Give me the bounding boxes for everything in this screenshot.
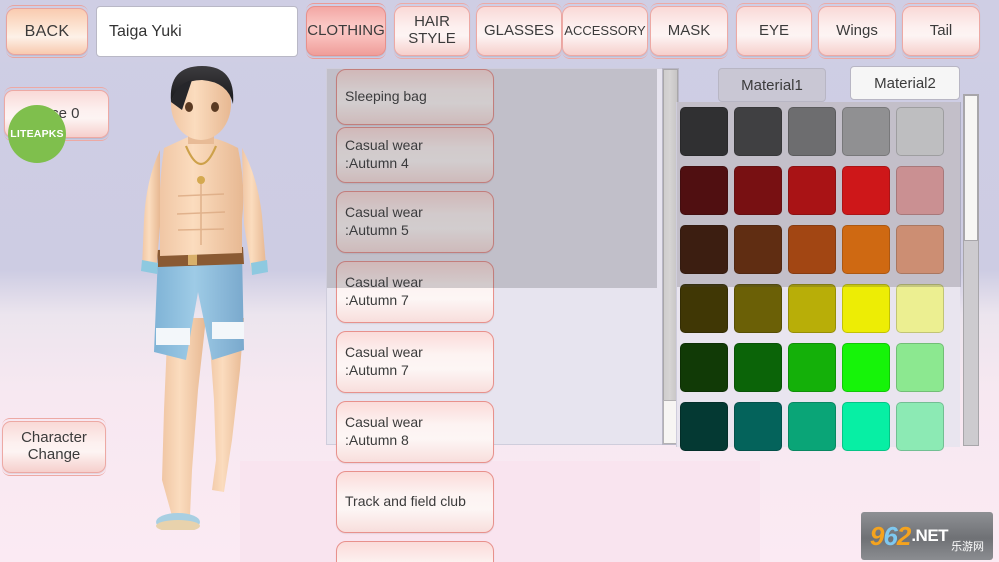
tab-mask[interactable]: MASK bbox=[650, 3, 728, 59]
color-swatch-greys-3[interactable] bbox=[788, 107, 836, 156]
tab-tail[interactable]: Tail bbox=[902, 3, 980, 59]
back-button[interactable]: BACK bbox=[6, 5, 88, 58]
color-swatch-yellows-1[interactable] bbox=[680, 284, 728, 333]
clothing-item-panel: Sleeping bag Casual wear :Autumn 4 Casua… bbox=[326, 68, 678, 562]
item-label: Casual wear :Autumn 4 bbox=[345, 137, 423, 173]
item-label: Sleeping bag bbox=[345, 88, 427, 105]
watermark-digit-6: 6 bbox=[883, 520, 898, 551]
color-swatch-reds-1[interactable] bbox=[680, 166, 728, 215]
watermark-digit-9: 9 bbox=[869, 520, 885, 551]
item-label-line1: Casual wear bbox=[345, 137, 423, 154]
color-swatch-yellows-2[interactable] bbox=[734, 284, 782, 333]
item-label-line2: :Autumn 8 bbox=[345, 432, 409, 448]
tab-glasses[interactable]: GLASSES bbox=[476, 3, 562, 59]
watermark-net: .NET bbox=[911, 526, 949, 545]
color-palette-scrollbar-thumb[interactable] bbox=[964, 95, 978, 241]
tab-accessory[interactable]: ACCESSORY bbox=[562, 3, 648, 59]
color-row-teals bbox=[677, 397, 960, 456]
item-label-line1: Casual wear bbox=[345, 344, 423, 361]
color-palette-rows bbox=[677, 102, 960, 456]
item-track-and-field-club[interactable]: Track and field club bbox=[336, 471, 494, 533]
color-swatch-greens-3[interactable] bbox=[788, 343, 836, 392]
item-label-line1: Casual wear bbox=[345, 204, 423, 221]
item-label-line1: Casual wear bbox=[345, 414, 423, 431]
color-swatch-teals-3[interactable] bbox=[788, 402, 836, 451]
item-label-line2: :Autumn 5 bbox=[345, 222, 409, 238]
tab-wings[interactable]: Wings bbox=[818, 3, 896, 59]
color-row-greys bbox=[677, 102, 960, 161]
color-swatch-teals-2[interactable] bbox=[734, 402, 782, 451]
color-swatch-teals-4[interactable] bbox=[842, 402, 890, 451]
item-label: Track and field club bbox=[345, 493, 466, 510]
tab-eye[interactable]: EYE bbox=[736, 3, 812, 59]
app-root: BACK CLOTHING HAIRSTYLE GLASSES ACCESSOR… bbox=[0, 0, 999, 562]
character-change-line2: Change bbox=[27, 446, 81, 463]
item-casual-wear-autumn-8[interactable]: Casual wear :Autumn 8 bbox=[336, 401, 494, 463]
color-swatch-oranges-5[interactable] bbox=[896, 225, 944, 274]
color-row-reds bbox=[677, 161, 960, 220]
color-swatch-oranges-3[interactable] bbox=[788, 225, 836, 274]
character-change-button[interactable]: Character Change bbox=[2, 418, 106, 476]
material2-button[interactable]: Material2 bbox=[850, 66, 960, 100]
color-swatch-oranges-2[interactable] bbox=[734, 225, 782, 274]
item-sleeping-bag[interactable]: Sleeping bag bbox=[336, 69, 494, 125]
item-label: Casual wear :Autumn 7 bbox=[345, 344, 423, 380]
color-palette-scrollbar[interactable] bbox=[963, 94, 979, 446]
color-swatch-greys-4[interactable] bbox=[842, 107, 890, 156]
color-row-oranges bbox=[677, 220, 960, 279]
color-swatch-oranges-1[interactable] bbox=[680, 225, 728, 274]
color-swatch-greens-4[interactable] bbox=[842, 343, 890, 392]
watermark-digit-2: 2 bbox=[896, 520, 912, 551]
color-swatch-reds-4[interactable] bbox=[842, 166, 890, 215]
item-label-line2: :Autumn 7 bbox=[345, 362, 409, 378]
color-swatch-greys-2[interactable] bbox=[734, 107, 782, 156]
character-name-input[interactable] bbox=[96, 6, 298, 57]
watermark-chinese: 乐游网 bbox=[951, 541, 985, 553]
item-label: Casual wear :Autumn 5 bbox=[345, 204, 423, 240]
color-row-greens bbox=[677, 338, 960, 397]
watermark-digits: 962 bbox=[869, 520, 912, 552]
color-swatch-yellows-3[interactable] bbox=[788, 284, 836, 333]
color-swatch-yellows-5[interactable] bbox=[896, 284, 944, 333]
item-casual-wear-autumn-7a[interactable]: Casual wear :Autumn 7 bbox=[336, 261, 494, 323]
tab-hair-style[interactable]: HAIR STYLE bbox=[394, 3, 470, 59]
character-preview[interactable] bbox=[120, 60, 340, 530]
item-label-line2: :Autumn 7 bbox=[345, 292, 409, 308]
item-label: Casual wear :Autumn 8 bbox=[345, 414, 423, 450]
color-swatch-teals-5[interactable] bbox=[896, 402, 944, 451]
item-casual-wear-autumn-4[interactable]: Casual wear :Autumn 4 bbox=[336, 127, 494, 183]
color-swatch-greens-5[interactable] bbox=[896, 343, 944, 392]
liteapks-watermark: LITEAPKS bbox=[8, 105, 66, 163]
color-swatch-greens-1[interactable] bbox=[680, 343, 728, 392]
clothing-item-grid: Sleeping bag Casual wear :Autumn 4 Casua… bbox=[327, 69, 657, 562]
material1-button[interactable]: Material1 bbox=[718, 68, 826, 102]
color-row-yellows bbox=[677, 279, 960, 338]
item-label-line1: Casual wear bbox=[345, 274, 423, 291]
item-label-line2: :Autumn 4 bbox=[345, 155, 409, 171]
color-swatch-yellows-4[interactable] bbox=[842, 284, 890, 333]
item-casual-wear-autumn-7b[interactable]: Casual wear :Autumn 7 bbox=[336, 331, 494, 393]
color-swatch-reds-5[interactable] bbox=[896, 166, 944, 215]
character-change-line1: Character bbox=[21, 429, 87, 447]
color-swatch-greens-2[interactable] bbox=[734, 343, 782, 392]
color-swatch-oranges-4[interactable] bbox=[842, 225, 890, 274]
color-swatch-teals-1[interactable] bbox=[680, 402, 728, 451]
color-swatch-reds-3[interactable] bbox=[788, 166, 836, 215]
item-label: Casual wear :Autumn 7 bbox=[345, 274, 423, 310]
site-watermark: 962 .NET 乐游网 bbox=[861, 512, 993, 560]
tab-clothing[interactable]: CLOTHING bbox=[306, 3, 386, 59]
color-swatch-reds-2[interactable] bbox=[734, 166, 782, 215]
color-swatch-greys-1[interactable] bbox=[680, 107, 728, 156]
item-casual-wear-autumn-5[interactable]: Casual wear :Autumn 5 bbox=[336, 191, 494, 253]
item-swimsuit2[interactable]: Swimsuit2 bbox=[336, 541, 494, 562]
color-swatch-greys-5[interactable] bbox=[896, 107, 944, 156]
tab-hair-style-label: HAIR STYLE bbox=[408, 13, 456, 47]
color-palette bbox=[676, 102, 961, 451]
